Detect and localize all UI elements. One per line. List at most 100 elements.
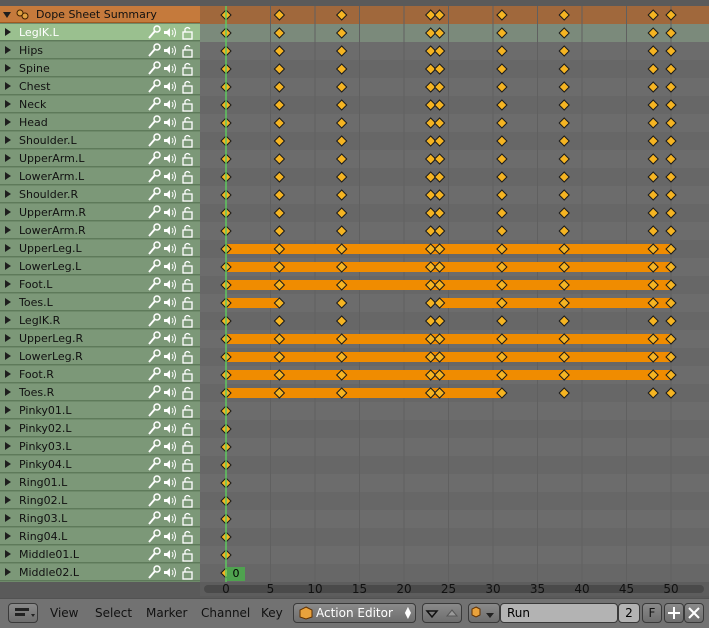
lock-icon[interactable] xyxy=(182,530,193,544)
expand-triangle-icon[interactable] xyxy=(5,244,11,252)
current-frame-indicator[interactable]: 0 xyxy=(227,567,245,581)
channel-row[interactable]: Shoulder.R xyxy=(0,186,200,203)
channel-row[interactable]: Ring02.L xyxy=(0,492,200,509)
lock-icon[interactable] xyxy=(182,278,193,292)
menu-view[interactable]: View xyxy=(50,605,78,621)
wrench-icon[interactable] xyxy=(148,61,161,75)
expand-triangle-icon[interactable] xyxy=(5,460,11,468)
expand-triangle-icon[interactable] xyxy=(5,370,11,378)
speaker-icon[interactable] xyxy=(164,27,176,38)
speaker-icon[interactable] xyxy=(164,405,176,416)
expand-triangle-icon[interactable] xyxy=(5,352,11,360)
menu-key[interactable]: Key xyxy=(261,605,283,621)
wrench-icon[interactable] xyxy=(148,529,161,543)
wrench-icon[interactable] xyxy=(148,457,161,471)
expand-triangle-icon[interactable] xyxy=(5,442,11,450)
menu-marker[interactable]: Marker xyxy=(146,605,187,621)
autosnap-toggle[interactable] xyxy=(422,603,462,623)
wrench-icon[interactable] xyxy=(148,79,161,93)
expand-triangle-icon[interactable] xyxy=(5,388,11,396)
channel-row[interactable]: UpperLeg.R xyxy=(0,330,200,347)
menu-channel[interactable]: Channel xyxy=(201,605,250,621)
wrench-icon[interactable] xyxy=(148,403,161,417)
lock-icon[interactable] xyxy=(182,98,193,112)
lock-icon[interactable] xyxy=(182,566,193,580)
wrench-icon[interactable] xyxy=(148,511,161,525)
channel-row[interactable]: UpperArm.L xyxy=(0,150,200,167)
expand-triangle-icon[interactable] xyxy=(5,118,11,126)
collapse-triangle-icon[interactable] xyxy=(3,12,11,18)
wrench-icon[interactable] xyxy=(148,133,161,147)
lock-icon[interactable] xyxy=(182,422,193,436)
speaker-icon[interactable] xyxy=(164,207,176,218)
mode-dropdown[interactable]: Action Editor ▲ ▼ xyxy=(293,603,416,623)
channel-row[interactable]: Ring01.L xyxy=(0,474,200,491)
channel-row[interactable]: LegIK.R xyxy=(0,312,200,329)
lock-icon[interactable] xyxy=(182,188,193,202)
wrench-icon[interactable] xyxy=(148,43,161,57)
wrench-icon[interactable] xyxy=(148,241,161,255)
expand-triangle-icon[interactable] xyxy=(5,172,11,180)
channel-row[interactable]: Foot.L xyxy=(0,276,200,293)
expand-triangle-icon[interactable] xyxy=(5,226,11,234)
wrench-icon[interactable] xyxy=(148,547,161,561)
expand-triangle-icon[interactable] xyxy=(5,100,11,108)
expand-triangle-icon[interactable] xyxy=(5,262,11,270)
channel-row[interactable]: Toes.L xyxy=(0,294,200,311)
channel-row[interactable]: UpperLeg.L xyxy=(0,240,200,257)
channel-row[interactable]: Middle02.L xyxy=(0,564,200,581)
lock-icon[interactable] xyxy=(182,296,193,310)
wrench-icon[interactable] xyxy=(148,349,161,363)
expand-triangle-icon[interactable] xyxy=(5,424,11,432)
lock-icon[interactable] xyxy=(182,80,193,94)
expand-triangle-icon[interactable] xyxy=(5,496,11,504)
speaker-icon[interactable] xyxy=(164,549,176,560)
action-name-field[interactable]: Run xyxy=(500,603,618,623)
speaker-icon[interactable] xyxy=(164,297,176,308)
channel-row[interactable]: Pinky04.L xyxy=(0,456,200,473)
action-users-count[interactable]: 2 xyxy=(618,603,640,623)
lock-icon[interactable] xyxy=(182,458,193,472)
speaker-icon[interactable] xyxy=(164,171,176,182)
lock-icon[interactable] xyxy=(182,44,193,58)
lock-icon[interactable] xyxy=(182,368,193,382)
channel-row[interactable]: Spine xyxy=(0,60,200,77)
wrench-icon[interactable] xyxy=(148,97,161,111)
expand-triangle-icon[interactable] xyxy=(5,406,11,414)
keyframe-area[interactable] xyxy=(200,6,709,582)
lock-icon[interactable] xyxy=(182,476,193,490)
lock-icon[interactable] xyxy=(182,170,193,184)
channel-row[interactable]: Head xyxy=(0,114,200,131)
lock-icon[interactable] xyxy=(182,440,193,454)
wrench-icon[interactable] xyxy=(148,295,161,309)
expand-triangle-icon[interactable] xyxy=(5,478,11,486)
expand-triangle-icon[interactable] xyxy=(5,316,11,324)
wrench-icon[interactable] xyxy=(148,367,161,381)
speaker-icon[interactable] xyxy=(164,567,176,578)
expand-triangle-icon[interactable] xyxy=(5,136,11,144)
expand-triangle-icon[interactable] xyxy=(5,82,11,90)
speaker-icon[interactable] xyxy=(164,513,176,524)
channel-row[interactable]: Toes.R xyxy=(0,384,200,401)
channel-row[interactable]: UpperArm.R xyxy=(0,204,200,221)
expand-triangle-icon[interactable] xyxy=(5,190,11,198)
wrench-icon[interactable] xyxy=(148,493,161,507)
wrench-icon[interactable] xyxy=(148,313,161,327)
expand-triangle-icon[interactable] xyxy=(5,46,11,54)
time-ruler[interactable]: 0 5 10 15 20 25 30 35 40 45 50 xyxy=(200,582,709,596)
expand-triangle-icon[interactable] xyxy=(5,154,11,162)
lock-icon[interactable] xyxy=(182,512,193,526)
speaker-icon[interactable] xyxy=(164,279,176,290)
lock-icon[interactable] xyxy=(182,260,193,274)
channel-row[interactable]: LowerLeg.R xyxy=(0,348,200,365)
wrench-icon[interactable] xyxy=(148,169,161,183)
wrench-icon[interactable] xyxy=(148,205,161,219)
lock-icon[interactable] xyxy=(182,314,193,328)
speaker-icon[interactable] xyxy=(164,117,176,128)
speaker-icon[interactable] xyxy=(164,441,176,452)
lock-icon[interactable] xyxy=(182,494,193,508)
speaker-icon[interactable] xyxy=(164,387,176,398)
wrench-icon[interactable] xyxy=(148,25,161,39)
lock-icon[interactable] xyxy=(182,386,193,400)
lock-icon[interactable] xyxy=(182,404,193,418)
